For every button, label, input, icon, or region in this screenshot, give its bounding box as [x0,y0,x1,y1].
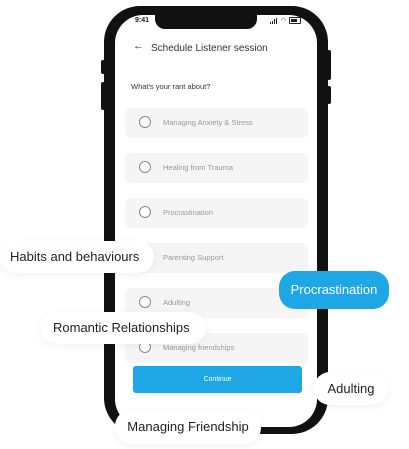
question-label: What's your rant about? [131,82,211,91]
tag-habits: Habits and behaviours [0,241,154,273]
page-title: Schedule Listener session [151,43,268,54]
option-label: Managing Anxiety & Stress [163,118,253,127]
screen-header: ← Schedule Listener session [115,35,317,59]
phone-screen: 9:41 ◠ ← Schedule Listener session What'… [115,15,317,427]
radio-icon[interactable] [139,116,151,128]
option-managing-anxiety[interactable]: Managing Anxiety & Stress [125,108,308,138]
power-button [327,50,331,80]
battery-icon [289,17,301,24]
wifi-icon: ◠ [280,18,286,24]
option-label: Managing friendships [163,343,235,352]
side-button [101,60,105,74]
option-healing-trauma[interactable]: Healing from Trauma [125,153,308,183]
power-button [327,86,331,104]
signal-icon [269,17,278,24]
radio-icon[interactable] [139,296,151,308]
tag-adulting: Adulting [314,372,388,405]
option-label: Procrastination [163,208,214,217]
continue-button[interactable]: Continue [133,366,302,393]
side-button [101,82,105,110]
phone-notch [155,15,257,29]
radio-icon[interactable] [139,206,151,218]
tag-romantic: Romantic Relationships [40,312,206,344]
tag-friendship: Managing Friendship [115,410,261,444]
option-label: Adulting [163,298,191,307]
radio-icon[interactable] [139,161,151,173]
option-label: Parenting Support [163,253,224,262]
status-time: 9:41 [135,17,150,24]
option-procrastination[interactable]: Procrastination [125,198,308,228]
status-icons: ◠ [269,17,301,24]
tag-procrastination: Procrastination [279,271,389,309]
option-label: Healing from Trauma [163,163,234,172]
back-arrow-icon[interactable]: ← [133,40,144,52]
